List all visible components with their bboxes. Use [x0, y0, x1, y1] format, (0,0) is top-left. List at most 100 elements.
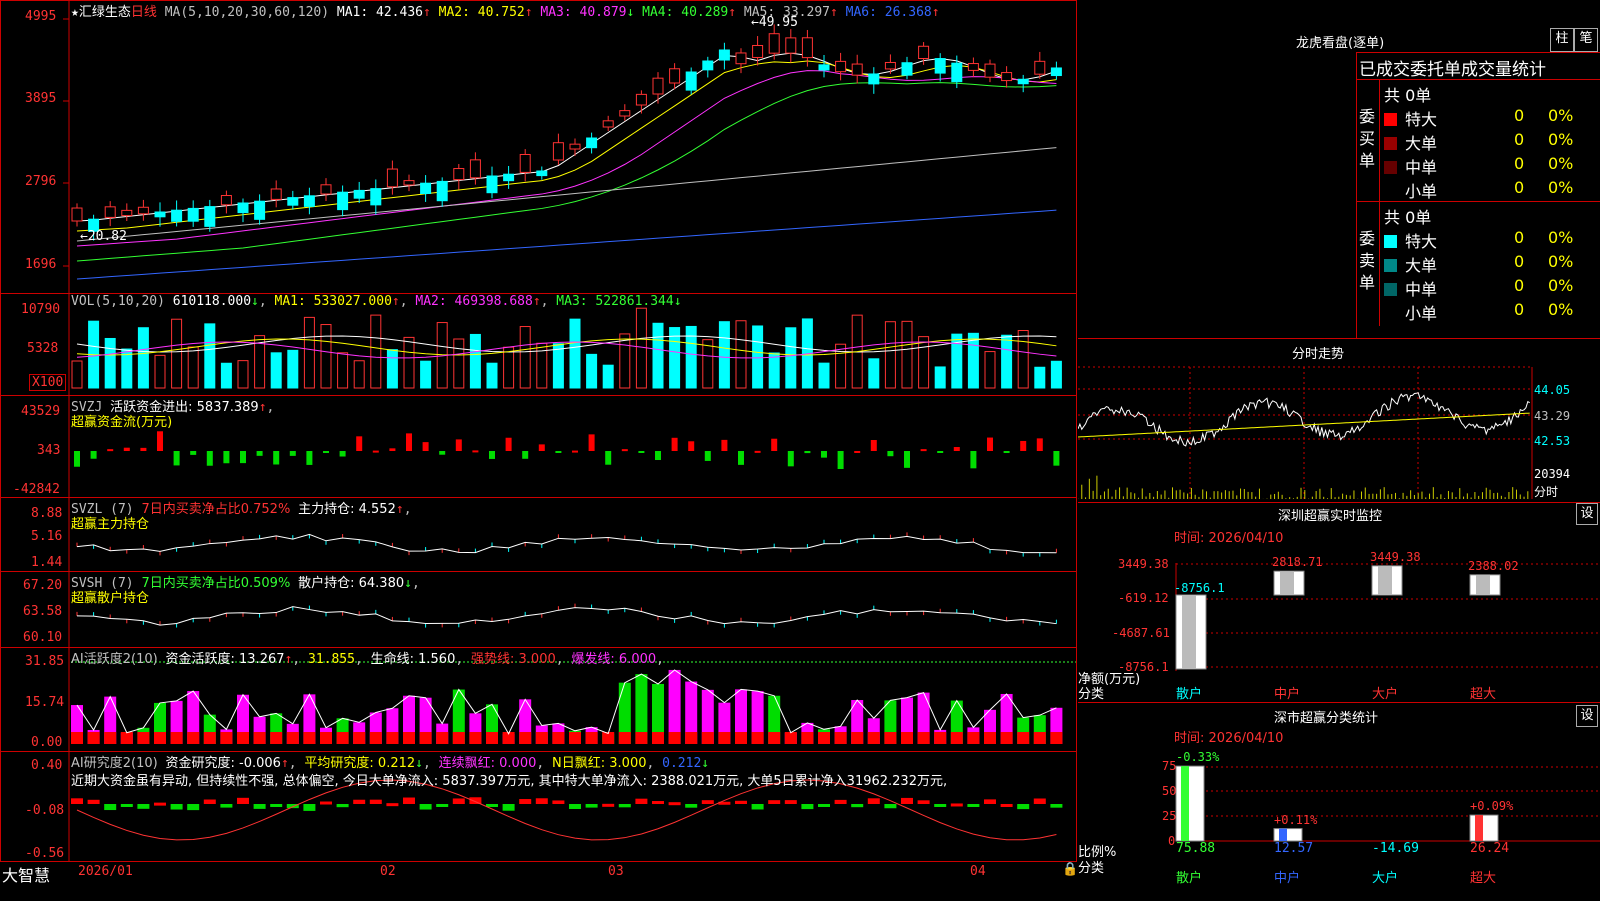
row-name: 小单	[1405, 304, 1438, 323]
stock-name: 汇绿生态	[78, 5, 131, 20]
flow-bar	[904, 451, 910, 468]
research-bar	[735, 800, 747, 804]
flow-bar	[754, 450, 761, 453]
svzl-panel[interactable]: SVZL (7) 7日内买卖净占比0.752% 主力持仓: 4.552↑, 超赢…	[0, 498, 1077, 572]
research-bar	[386, 803, 399, 807]
activity-base	[104, 732, 117, 744]
research-bar	[353, 799, 366, 804]
flow-bar	[655, 451, 661, 461]
buy-label: 委买单	[1359, 107, 1376, 170]
svsh-line	[76, 606, 1057, 626]
flow-bar	[472, 450, 479, 453]
cls-tick-0: 75	[1162, 759, 1177, 773]
flow-bar	[289, 451, 296, 456]
cls-bar-bottom: -14.69	[1372, 841, 1419, 856]
cls-bar	[1175, 765, 1205, 842]
flow-bar	[422, 442, 429, 451]
ai-research-panel[interactable]: AI研究度2(10) 资金研究度: -0.006↑, 平均研究度: 0.212↓…	[0, 752, 1077, 862]
ai-activity-panel[interactable]: AI活跃度2(10) 资金活跃度: 13.267↑, 31.855, 生命线: …	[0, 648, 1077, 752]
vol-bar	[718, 321, 730, 389]
x-label-2: 03	[608, 864, 624, 879]
flow-bar	[605, 451, 612, 465]
ai2-e: 0.212	[662, 756, 702, 771]
row-color-swatch	[1384, 113, 1397, 126]
intraday-panel[interactable]: 分时走势 44.05 43.29 42.53 20394 分时	[1078, 338, 1600, 502]
candle	[951, 62, 963, 83]
research-bar	[1050, 804, 1063, 808]
candle	[586, 137, 598, 149]
sz-bar-name: 超大	[1470, 687, 1497, 702]
vol-tick-1: 5328	[27, 341, 59, 356]
ai2-comment: 近期大资金虽有异动, 但持续性不强, 总体偏空, 今日大单净流入: 5837.3…	[71, 774, 948, 789]
intraday-tick-1: 43.29	[1534, 409, 1571, 423]
activity-base	[834, 732, 847, 744]
cls-bar-top: +0.11%	[1274, 812, 1318, 827]
research-bar	[652, 801, 664, 805]
candle	[204, 206, 216, 227]
vol-bar	[453, 338, 465, 389]
flow-bar	[306, 451, 313, 465]
vol-panel[interactable]: VOL(5,10,20) 610118.000↓, MA1: 533027.00…	[0, 294, 1077, 396]
candle	[685, 71, 697, 91]
cls-bar-top: +0.09%	[1470, 799, 1514, 814]
buy-total: 共 0单	[1384, 86, 1432, 105]
vol-bar	[503, 346, 515, 389]
ai2-tick-0: 0.40	[31, 758, 63, 773]
vol-bar	[785, 327, 797, 389]
vol-bar	[652, 322, 664, 389]
activity-base	[137, 732, 150, 744]
row-count: 0	[1514, 178, 1525, 197]
vol-bar	[320, 324, 332, 389]
flow-bar	[522, 451, 529, 459]
svsh-panel[interactable]: SVSH (7) 7日内买卖净占比0.509% 散户持仓: 64.380↓, 超…	[0, 572, 1077, 648]
svzl-tick-1: 5.16	[31, 529, 63, 544]
svzj-panel[interactable]: SVZJ 活跃资金进出: 5837.389↑, 超赢资金流(万元) 43529 …	[0, 396, 1077, 498]
vol-ma1: MA1: 533027.000	[274, 294, 392, 309]
vol-bar	[735, 320, 747, 389]
activity-base	[818, 732, 830, 744]
svzl-subtitle: 超赢主力持仓	[71, 517, 150, 532]
research-bar	[519, 799, 532, 804]
svzl-tick-0: 8.88	[31, 506, 63, 521]
flow-bar	[240, 451, 246, 464]
research-bar	[901, 797, 913, 804]
activity-base	[934, 732, 947, 744]
activity-base	[652, 732, 664, 744]
row-color-swatch	[1384, 307, 1397, 320]
ma-value-6: MA6: 26.368↑	[837, 5, 940, 20]
activity-base	[403, 732, 415, 744]
flow-bar	[439, 451, 446, 455]
vol-bar	[934, 366, 946, 389]
flow-bar	[787, 451, 794, 467]
tick-mode-button[interactable]: 笔	[1574, 28, 1598, 52]
ma-line	[76, 209, 1057, 280]
kline-panel[interactable]: ★汇绿生态日线 MA(5,10,20,30,60,120) MA1: 42.43…	[0, 0, 1077, 295]
candle	[171, 209, 183, 222]
flow-bar	[74, 451, 80, 467]
buy-section: 委买单 共 0单 特大 0 0% 大单 0 0% 中单 0 0% 小单 0 0%	[1357, 79, 1600, 202]
lock-icon[interactable]: 🔒	[1062, 862, 1078, 877]
row-color-swatch	[1384, 259, 1397, 272]
row-pct: 0%	[1548, 130, 1574, 149]
cls-bar-bottom: 75.88	[1176, 841, 1216, 856]
flow-bar	[339, 451, 346, 457]
research-bar	[535, 798, 548, 804]
vol-tick-0: 10790	[21, 302, 61, 317]
vol-bar	[171, 318, 183, 389]
bar-mode-button[interactable]: 柱	[1550, 28, 1574, 52]
vol-bar	[619, 333, 631, 389]
flow-bar	[854, 450, 861, 453]
activity-base	[917, 732, 930, 744]
candle	[918, 45, 930, 60]
candle	[602, 120, 614, 128]
candle	[420, 182, 432, 194]
activity-base	[71, 732, 83, 744]
ai1-tick-1: 15.74	[25, 695, 65, 710]
activity-base	[668, 732, 681, 744]
high-mark: ←49.95	[751, 15, 798, 30]
sz-monitor-panel: 深圳超赢实时监控 设 时间: 2026/04/10 3449.38 -619.1…	[1078, 502, 1600, 702]
row-count: 0	[1514, 228, 1525, 247]
ai-research-header: AI研究度2(10) 资金研究度: -0.006↑, 平均研究度: 0.212↓…	[71, 756, 710, 771]
sell-section: 委卖单 共 0单 特大 0 0% 大单 0 0% 中单 0 0% 小单 0 0%	[1357, 201, 1600, 326]
sz-bar-name: 大户	[1372, 687, 1399, 702]
